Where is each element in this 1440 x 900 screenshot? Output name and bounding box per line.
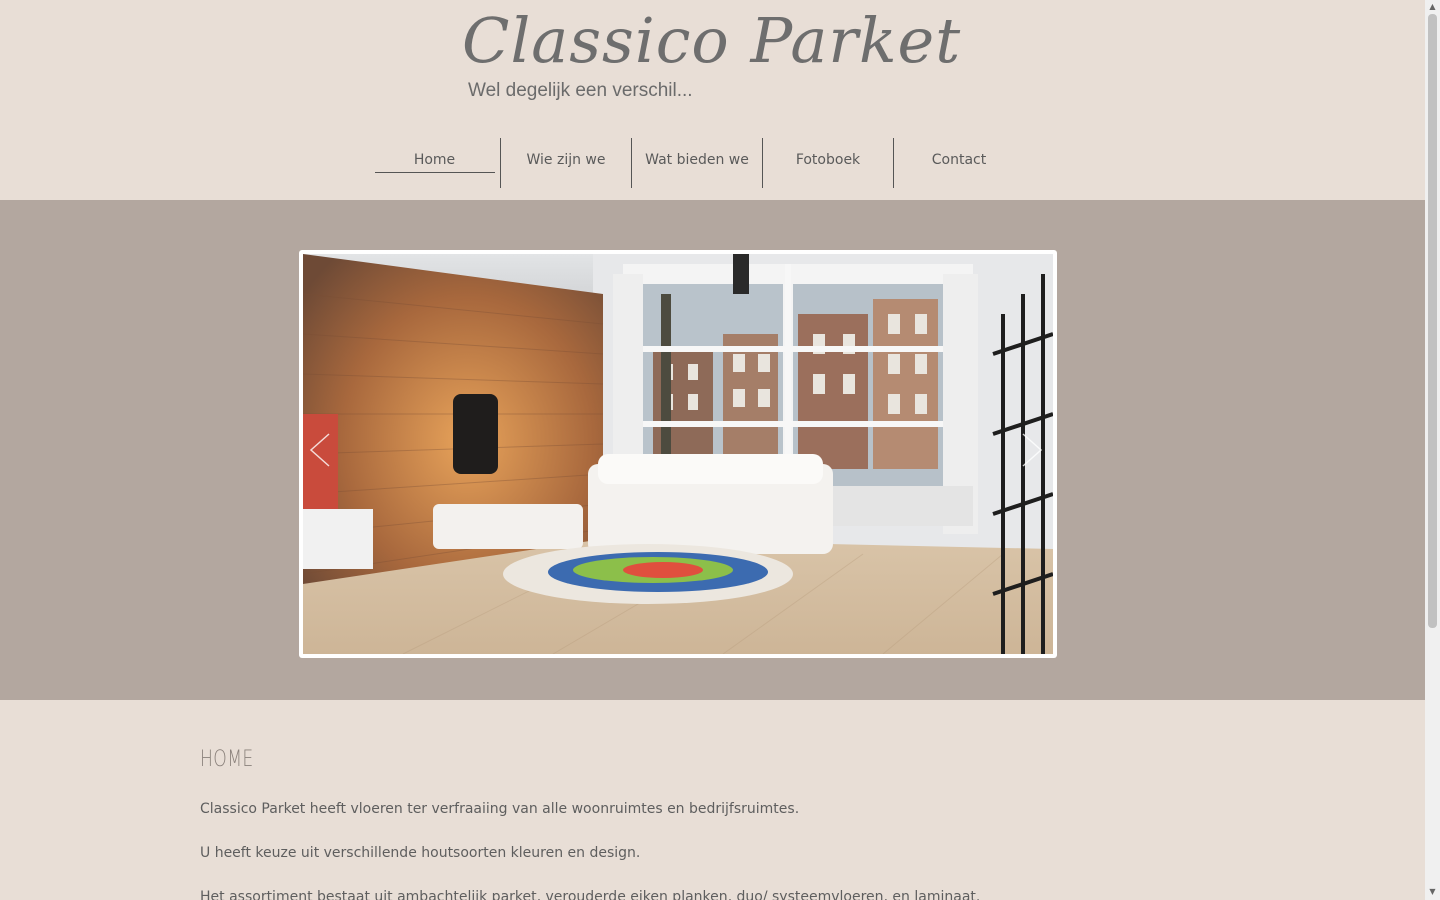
page-title: HOME xyxy=(200,747,254,772)
hero-section xyxy=(0,200,1425,700)
logo-title[interactable]: Classico Parket xyxy=(462,4,961,77)
slider-prev-button[interactable] xyxy=(303,432,339,468)
assortment-paragraph: Het assortiment bestaat uit ambachtelijk… xyxy=(200,889,981,900)
living-room-photo xyxy=(303,254,1053,654)
nav-item-contact[interactable]: Contact xyxy=(893,138,1024,188)
nav-item-fotoboek[interactable]: Fotoboek xyxy=(762,138,893,188)
slide-image xyxy=(303,254,1053,654)
site-header: Classico Parket Wel degelijk een verschi… xyxy=(0,0,1425,200)
vertical-scrollbar[interactable]: ▲ ▼ xyxy=(1425,0,1440,900)
logo-tagline: Wel degelijk een verschil... xyxy=(468,80,693,101)
choice-paragraph: U heeft keuze uit verschillende houtsoor… xyxy=(200,845,641,861)
chevron-right-icon xyxy=(1022,433,1043,467)
chevron-left-icon xyxy=(309,433,330,467)
scroll-up-icon[interactable]: ▲ xyxy=(1428,3,1437,11)
slider-next-button[interactable] xyxy=(1013,432,1049,468)
nav-item-wie-zijn-we[interactable]: Wie zijn we xyxy=(500,138,631,188)
scroll-thumb[interactable] xyxy=(1428,14,1437,628)
scroll-down-icon[interactable]: ▼ xyxy=(1428,888,1437,896)
nav-item-wat-bieden-we[interactable]: Wat bieden we xyxy=(631,138,762,188)
image-slider xyxy=(299,250,1057,658)
page: Classico Parket Wel degelijk een verschi… xyxy=(0,0,1425,900)
intro-paragraph: Classico Parket heeft vloeren ter verfra… xyxy=(200,801,800,817)
main-nav: Home Wie zijn we Wat bieden we Fotoboek … xyxy=(369,138,1024,188)
nav-item-home[interactable]: Home xyxy=(369,138,500,188)
main-content: HOME Classico Parket heeft vloeren ter v… xyxy=(200,740,1200,900)
